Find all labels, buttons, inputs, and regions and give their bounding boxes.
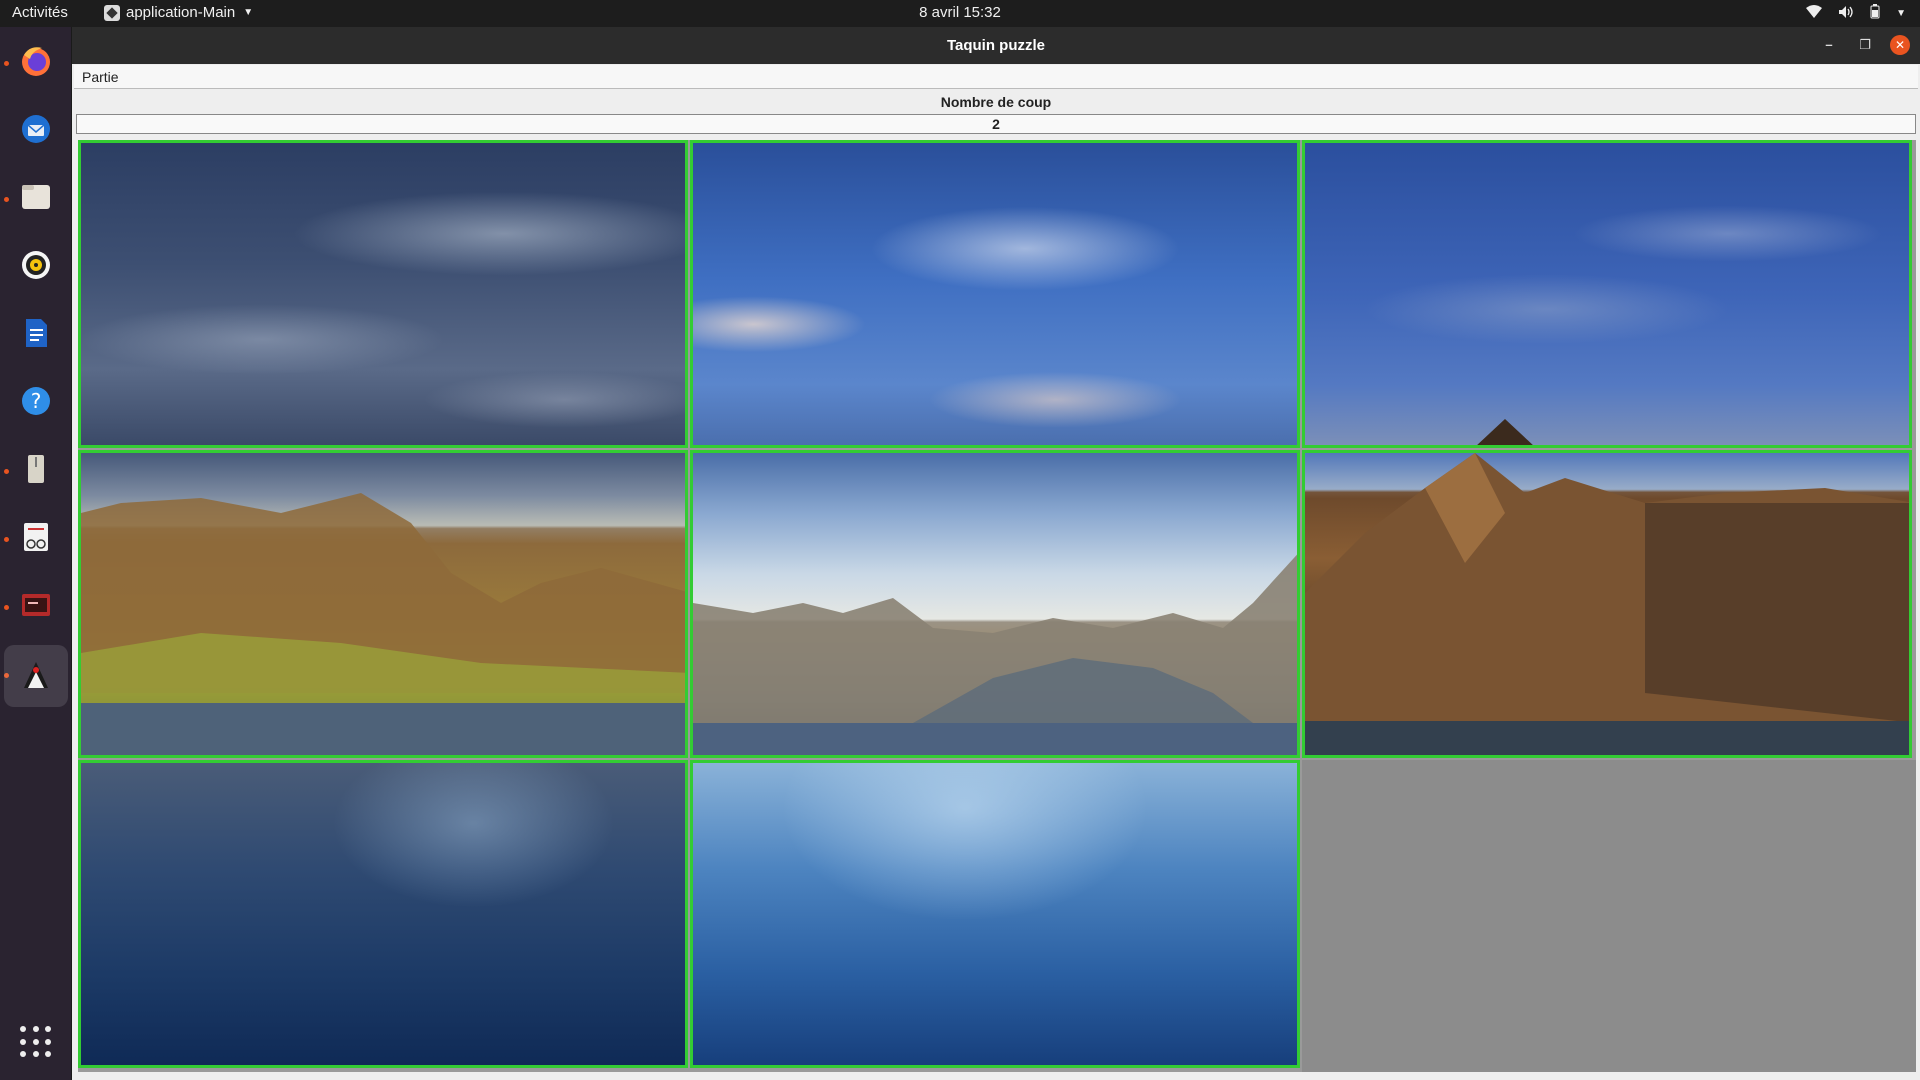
show-applications-icon[interactable] [20, 1026, 52, 1058]
puzzle-tile[interactable] [78, 760, 688, 1068]
java-app-launcher[interactable] [4, 645, 68, 707]
volume-icon [1838, 5, 1854, 22]
document-icon [26, 319, 47, 347]
system-tray[interactable]: ▼ [1806, 4, 1906, 22]
battery-icon [1870, 4, 1880, 22]
firefox-icon [22, 47, 50, 76]
empty-slot [1302, 760, 1916, 1072]
puzzle-tile[interactable] [78, 450, 688, 758]
writer-launcher[interactable] [11, 308, 61, 358]
red-app-launcher[interactable] [11, 580, 61, 630]
files-launcher[interactable] [11, 172, 61, 222]
music-icon [22, 251, 50, 279]
mountain-landscape [693, 554, 1297, 755]
running-indicator [4, 605, 9, 610]
puzzle-board [78, 140, 1916, 1072]
rhythmbox-launcher[interactable] [11, 240, 61, 290]
folder-icon [22, 185, 50, 209]
taquin-window: Taquin puzzle – ❐ ✕ Partie Nombre de cou… [72, 27, 1920, 1080]
maximize-button[interactable]: ❐ [1854, 34, 1876, 56]
chevron-down-icon: ▼ [1896, 7, 1906, 19]
puzzle-tile[interactable] [1302, 140, 1912, 448]
puzzle-tile[interactable] [690, 140, 1300, 448]
document-viewer-launcher[interactable] [11, 512, 61, 562]
mountain-landscape [81, 493, 685, 755]
document-viewer-icon [24, 523, 48, 551]
puzzle-tile[interactable] [690, 760, 1300, 1068]
dock: ? [0, 27, 72, 1080]
close-button[interactable]: ✕ [1890, 35, 1910, 55]
running-indicator [4, 197, 9, 202]
wifi-icon [1806, 4, 1823, 22]
window-title: Taquin puzzle [946, 37, 1046, 54]
menu-bar: Partie [74, 65, 1918, 89]
archive-icon [28, 455, 44, 483]
top-bar: Activités application-Main ▼ 8 avril 15:… [0, 0, 1920, 27]
help-launcher[interactable]: ? [11, 376, 61, 426]
mountain-peak [1475, 419, 1535, 445]
help-icon: ? [22, 387, 50, 415]
firefox-launcher[interactable] [11, 36, 61, 86]
svg-text:?: ? [31, 389, 42, 413]
move-count-label: Nombre de coup [940, 94, 1052, 110]
thunderbird-icon [22, 115, 50, 143]
archive-launcher[interactable] [11, 444, 61, 494]
window-titlebar[interactable]: Taquin puzzle – ❐ ✕ [72, 27, 1920, 64]
puzzle-tile[interactable] [1302, 450, 1912, 758]
running-indicator [4, 469, 9, 474]
thunderbird-launcher[interactable] [11, 104, 61, 154]
java-duke-icon [24, 662, 48, 688]
running-indicator [4, 537, 9, 542]
app-window-icon [22, 594, 50, 616]
minimize-button[interactable]: – [1818, 34, 1840, 56]
menu-partie[interactable]: Partie [82, 69, 119, 85]
puzzle-tile[interactable] [78, 140, 688, 448]
move-count-value: 2 [76, 114, 1916, 134]
mountain-landscape [1305, 453, 1909, 755]
clock[interactable]: 8 avril 15:32 [0, 4, 1920, 21]
puzzle-tile[interactable] [690, 450, 1300, 758]
running-indicator [4, 61, 9, 66]
